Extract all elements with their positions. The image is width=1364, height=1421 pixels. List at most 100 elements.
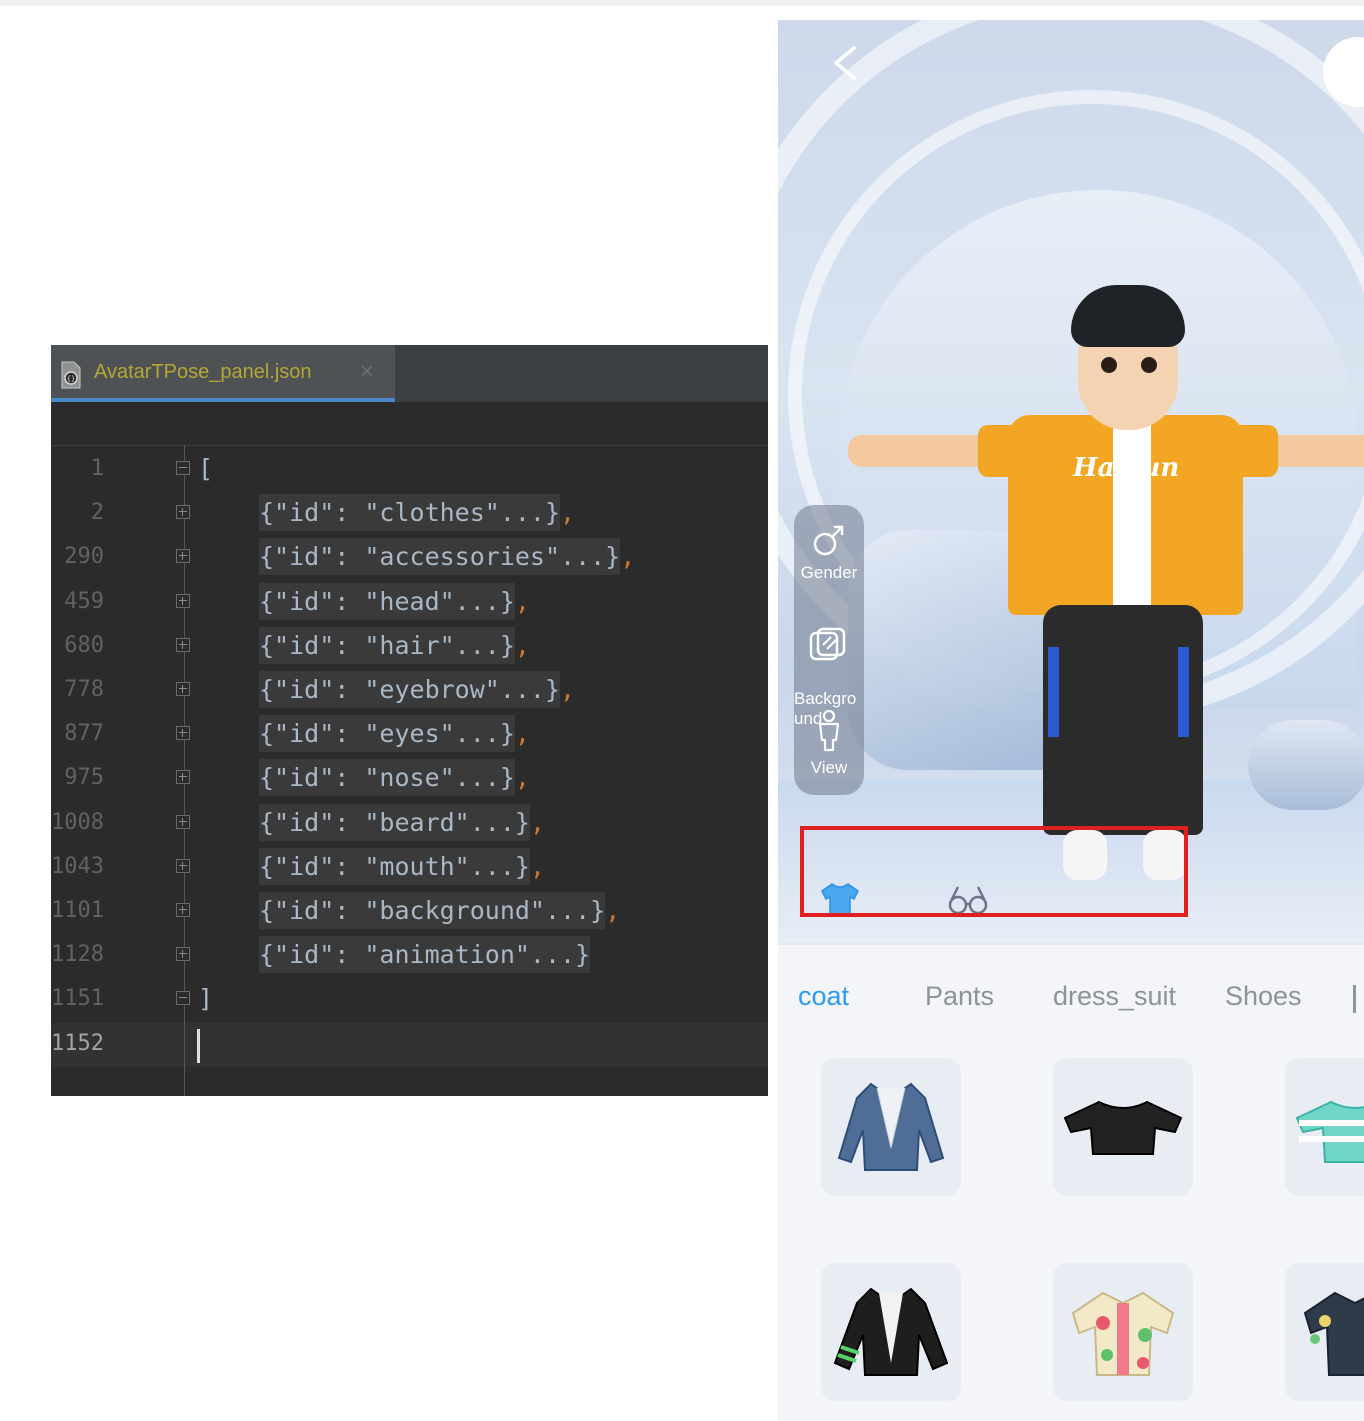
code-comma: , [605, 896, 621, 925]
line-number: 2 [90, 500, 104, 526]
code-text: {"id": "accessories"...}, [259, 535, 635, 579]
fold-expand-icon[interactable] [176, 858, 190, 873]
item-denim-blazer[interactable] [821, 1058, 961, 1196]
code-line[interactable]: 1152 [51, 1022, 768, 1066]
folded-object[interactable]: {"id": "animation"...} [259, 936, 591, 974]
avatar-shirt-text: Ha Fun [1073, 453, 1180, 483]
black-jacket-icon [833, 1287, 949, 1376]
folded-object[interactable]: {"id": "eyes"...} [259, 715, 515, 753]
fold-expand-icon[interactable] [176, 726, 190, 741]
fold-expand-icon[interactable] [176, 593, 190, 608]
folded-object[interactable]: {"id": "hair"...} [259, 626, 515, 664]
folded-object[interactable]: {"id": "background"...} [259, 892, 606, 929]
code-text: {"id": "eyebrow"...}, [259, 668, 575, 712]
code-text: {"id": "clothes"...}, [259, 491, 575, 535]
item-teal-striped-tee[interactable] [1285, 1058, 1364, 1196]
code-comma: , [560, 675, 576, 704]
code-line[interactable]: 1151] [51, 977, 768, 1021]
code-line[interactable]: 2 {"id": "clothes"...}, [51, 491, 768, 535]
line-number: 1008 [51, 809, 104, 835]
gender-button[interactable]: Gender [794, 525, 864, 583]
code-line[interactable]: 290 {"id": "accessories"...}, [51, 535, 768, 579]
highlight-box [800, 826, 1188, 917]
item-black-crop-top[interactable] [1053, 1058, 1193, 1196]
gender-label: Gender [800, 563, 858, 582]
code-line[interactable]: 1[ [51, 447, 768, 491]
code-line[interactable]: 778 {"id": "eyebrow"...}, [51, 668, 768, 712]
tab-pants[interactable]: Pants [925, 981, 994, 1012]
code-bracket: [ [198, 454, 214, 483]
category-tabs: coat Pants dress_suit Shoes [778, 975, 1364, 1025]
code-comma: , [514, 630, 530, 660]
code-comma: , [620, 542, 636, 572]
code-text: {"id": "animation"...} [259, 933, 591, 977]
person-view-icon [818, 710, 840, 752]
code-comma: , [514, 763, 530, 793]
line-number: 1 [90, 456, 104, 481]
folded-object[interactable]: {"id": "mouth"...} [259, 847, 530, 885]
code-comma: , [529, 807, 545, 837]
code-comma: , [560, 498, 576, 528]
code-line[interactable]: 680 {"id": "hair"...}, [51, 624, 768, 668]
avatar-app: Ha Fun Gender Backgro und View coat Pant… [778, 20, 1364, 1421]
tab-coat[interactable]: coat [798, 981, 849, 1012]
editor-tab-bar: {} AvatarTPose_panel.json × [51, 345, 768, 402]
code-line[interactable]: 1008 {"id": "beard"...}, [51, 801, 768, 845]
fold-collapse-icon[interactable] [176, 991, 190, 1006]
folded-object[interactable]: {"id": "accessories"...} [259, 538, 621, 576]
line-number: 290 [64, 544, 104, 570]
fold-collapse-icon[interactable] [176, 461, 190, 475]
fold-expand-icon[interactable] [176, 903, 190, 917]
code-bracket: ] [198, 984, 214, 1014]
line-number: 1151 [51, 986, 104, 1012]
code-comma: , [514, 719, 530, 749]
fold-expand-icon[interactable] [176, 682, 190, 696]
folded-object[interactable]: {"id": "head"...} [259, 582, 515, 620]
chevron-left-icon[interactable] [830, 46, 860, 80]
tab-separator [778, 943, 1364, 945]
editor-tab[interactable]: {} AvatarTPose_panel.json × [51, 345, 395, 402]
editor-tab-label: AvatarTPose_panel.json [94, 361, 312, 383]
view-label: View [810, 758, 848, 777]
fold-expand-icon[interactable] [176, 770, 190, 785]
line-number: 1101 [51, 898, 104, 923]
code-comma: , [529, 851, 545, 881]
line-number: 778 [64, 677, 104, 702]
code-line[interactable]: 975 {"id": "nose"...}, [51, 756, 768, 800]
folded-object[interactable]: {"id": "clothes"...} [259, 494, 561, 532]
fold-expand-icon[interactable] [176, 637, 190, 652]
folded-object[interactable]: {"id": "eyebrow"...} [259, 671, 561, 708]
code-line[interactable]: 1128 {"id": "animation"...} [51, 933, 768, 977]
fold-expand-icon[interactable] [176, 947, 190, 962]
close-icon[interactable]: × [360, 358, 374, 386]
code-text: {"id": "head"...}, [259, 580, 530, 624]
avatar-pants-stripe [1048, 647, 1059, 737]
item-dark-floral-shirt[interactable] [1285, 1263, 1364, 1401]
item-black-jacket[interactable] [821, 1263, 961, 1401]
line-number: 1152 [51, 1030, 104, 1056]
line-number: 1128 [51, 942, 104, 968]
item-floral-shirt[interactable] [1053, 1263, 1193, 1401]
avatar-model[interactable]: Ha Fun [843, 285, 1364, 905]
code-text: {"id": "mouth"...}, [259, 845, 545, 889]
view-button[interactable]: View [794, 710, 864, 778]
tab-dress-suit[interactable]: dress_suit [1053, 981, 1176, 1012]
code-text: {"id": "background"...}, [259, 889, 620, 933]
gender-male-icon [813, 525, 844, 556]
code-line[interactable]: 1043 {"id": "mouth"...}, [51, 845, 768, 889]
fold-expand-icon[interactable] [176, 505, 190, 520]
avatar-scene[interactable]: Ha Fun Gender Backgro und View [778, 20, 1364, 945]
code-line[interactable]: 1101 {"id": "background"...}, [51, 889, 768, 933]
line-number: 877 [64, 721, 104, 747]
code-text: {"id": "hair"...}, [259, 624, 530, 668]
top-border [0, 0, 1364, 6]
folded-object[interactable]: {"id": "beard"...} [259, 803, 530, 841]
tab-shoes[interactable]: Shoes [1225, 981, 1302, 1012]
editor-breadcrumb [51, 402, 768, 446]
fold-expand-icon[interactable] [176, 549, 190, 564]
code-line[interactable]: 877 {"id": "eyes"...}, [51, 712, 768, 756]
folded-object[interactable]: {"id": "nose"...} [259, 759, 515, 797]
fold-expand-icon[interactable] [176, 814, 190, 829]
avatar-eye [1141, 357, 1157, 373]
code-line[interactable]: 459 {"id": "head"...}, [51, 580, 768, 624]
